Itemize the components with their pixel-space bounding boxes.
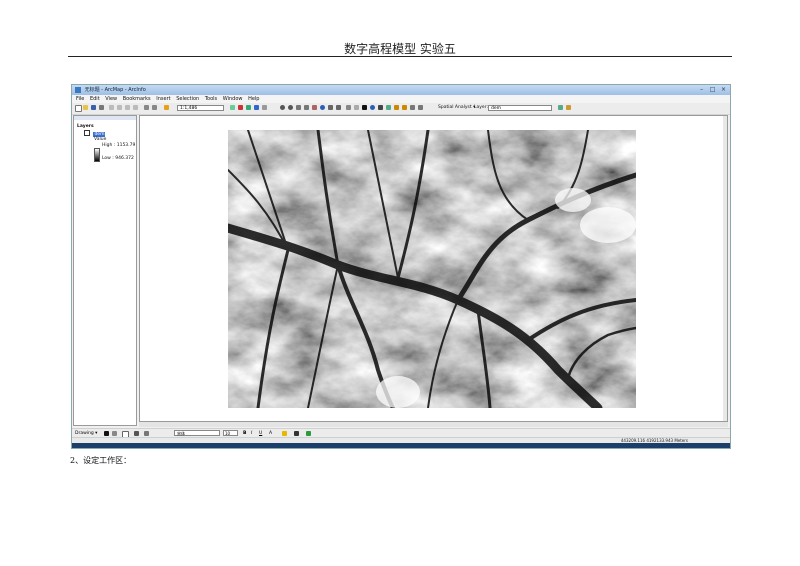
identify-icon[interactable] — [370, 105, 375, 110]
font-select[interactable]: 宋体 — [174, 430, 220, 436]
map-view[interactable] — [139, 115, 728, 422]
cut-icon[interactable] — [109, 105, 114, 110]
title-bar: 无标题 - ArcMap - ArcInfo – □ × — [72, 85, 730, 95]
toc-root-layers[interactable]: Layers — [77, 124, 94, 129]
menu-window[interactable]: Window — [223, 95, 243, 103]
back-extent-icon[interactable] — [328, 105, 333, 110]
marker-color-icon[interactable] — [306, 431, 311, 436]
model-builder-icon[interactable] — [262, 105, 267, 110]
legend-low-value: Low : 946.372 — [102, 156, 134, 161]
new-document-icon[interactable] — [75, 105, 82, 112]
delete-icon[interactable] — [133, 105, 138, 110]
pan-icon[interactable] — [312, 105, 317, 110]
undo-icon[interactable] — [144, 105, 149, 110]
find-icon[interactable] — [378, 105, 383, 110]
map-scale-select[interactable]: 1:1,486 — [177, 105, 224, 111]
toc-title-strip — [74, 116, 136, 120]
menu-file[interactable]: File — [76, 95, 84, 103]
time-slider-icon[interactable] — [410, 105, 415, 110]
toc-layer-dem[interactable]: dem — [84, 130, 106, 137]
fixed-zoom-in-icon[interactable] — [296, 105, 301, 110]
clear-selection-icon[interactable] — [354, 105, 359, 110]
window-controls: – □ × — [697, 86, 728, 94]
toc-tabs: DisplaySourceSelection — [73, 418, 138, 436]
line-color-icon[interactable] — [294, 431, 299, 436]
layer-select[interactable]: dem — [488, 105, 552, 111]
layer-label: Layer: — [474, 105, 488, 110]
forward-extent-icon[interactable] — [336, 105, 341, 110]
save-icon[interactable] — [91, 105, 96, 110]
redo-icon[interactable] — [152, 105, 157, 110]
layer-visibility-checkbox[interactable] — [84, 130, 90, 136]
standard-toolbar: 1:1,486 Spatial Analyst ▾ Layer: dem — [72, 103, 730, 115]
text-icon[interactable] — [134, 431, 139, 436]
open-icon[interactable] — [83, 105, 88, 110]
viewer-window-icon[interactable] — [418, 105, 423, 110]
windows-taskbar — [72, 443, 730, 448]
menu-view[interactable]: View — [105, 95, 117, 103]
elevation-legend-ramp — [94, 148, 100, 162]
header-rule — [68, 56, 732, 57]
menu-selection[interactable]: Selection — [176, 95, 199, 103]
spatial-analyst-menu[interactable]: Spatial Analyst ▾ — [438, 104, 475, 112]
legend-value-label: Value — [94, 137, 107, 142]
add-data-icon[interactable] — [164, 105, 169, 110]
zoom-in-icon[interactable] — [280, 105, 285, 110]
editor-icon[interactable] — [230, 105, 235, 110]
select-pointer-icon[interactable] — [104, 431, 109, 436]
copy-icon[interactable] — [117, 105, 122, 110]
python-icon[interactable] — [254, 105, 259, 110]
layers-root-label: Layers — [77, 124, 94, 129]
fixed-zoom-out-icon[interactable] — [304, 105, 309, 110]
print-icon[interactable] — [99, 105, 104, 110]
step-caption: 2、设定工作区： — [70, 456, 132, 465]
select-elements-icon[interactable] — [362, 105, 367, 110]
rotate-icon[interactable] — [112, 431, 117, 436]
map-horizontal-scrollbar[interactable] — [139, 422, 728, 427]
select-features-icon[interactable] — [346, 105, 351, 110]
legend-high-value: High : 1153.79 — [102, 143, 136, 148]
menu-edit[interactable]: Edit — [90, 95, 100, 103]
hyperlink-icon[interactable] — [394, 105, 399, 110]
edit-vertices-icon[interactable] — [144, 431, 149, 436]
font-size-select[interactable]: 10 — [223, 430, 238, 436]
html-popup-icon[interactable] — [402, 105, 407, 110]
paste-icon[interactable] — [125, 105, 130, 110]
full-extent-icon[interactable] — [320, 105, 325, 110]
layer-name: dem — [93, 131, 106, 137]
catalog-icon[interactable] — [246, 105, 251, 110]
histogram-icon[interactable] — [558, 105, 563, 110]
menu-tools[interactable]: Tools — [205, 95, 217, 103]
menu-help[interactable]: Help — [248, 95, 259, 103]
arcmap-icon — [75, 86, 81, 93]
menu-bookmarks[interactable]: Bookmarks — [123, 95, 151, 103]
measure-icon[interactable] — [386, 105, 391, 110]
menu-insert[interactable]: Insert — [156, 95, 170, 103]
arctoolbox-icon[interactable] — [238, 105, 243, 110]
page-header: 数字高程模型 实验五 — [344, 42, 456, 56]
table-of-contents: Layers dem Value High : 1153.79 Low : 94… — [73, 115, 137, 426]
dem-raster-image — [228, 130, 636, 408]
close-button[interactable]: × — [719, 86, 728, 94]
fill-color-icon[interactable] — [282, 431, 287, 436]
menu-bar: File Edit View Bookmarks Insert Selectio… — [72, 95, 730, 103]
window-title: 无标题 - ArcMap - ArcInfo — [84, 87, 146, 93]
zoom-out-icon[interactable] — [288, 105, 293, 110]
map-vertical-scrollbar[interactable] — [723, 116, 727, 421]
arcmap-screenshot: 无标题 - ArcMap - ArcInfo – □ × File Edit V… — [71, 84, 731, 449]
layer-properties-icon[interactable] — [566, 105, 571, 110]
maximize-button[interactable]: □ — [708, 86, 717, 94]
minimize-button[interactable]: – — [697, 86, 706, 94]
